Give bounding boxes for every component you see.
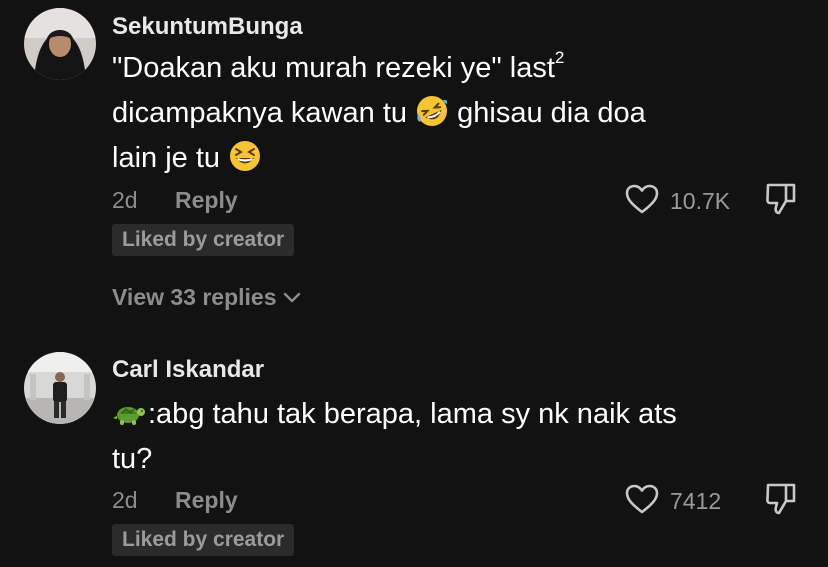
avatar[interactable]	[24, 8, 96, 80]
comment-date: 2d	[112, 187, 138, 213]
comment-username[interactable]: SekuntumBunga	[112, 13, 303, 41]
like-button[interactable]: 7412	[624, 483, 721, 520]
comment-line: "Doakan aku murah rezeki ye" last2	[112, 48, 565, 84]
thumbs-down-outline-icon[interactable]	[764, 481, 798, 517]
liked-by-creator-badge: Liked by creator	[112, 224, 295, 256]
comment-text: "Doakan aku murah rezeki ye" last2 dicam…	[112, 46, 646, 181]
avatar[interactable]	[24, 352, 96, 424]
superscript: 2	[554, 48, 565, 67]
like-count: 7412	[670, 488, 722, 514]
reply-button[interactable]: Reply	[175, 187, 238, 214]
thumbs-down-outline-icon[interactable]	[764, 181, 798, 217]
like-button[interactable]: 10.7K	[624, 183, 730, 220]
comment-date: 2d	[112, 487, 138, 513]
comment-line: tu?	[112, 443, 153, 475]
comment-line: :abg tahu tak berapa, lama sy nk naik at…	[112, 392, 677, 437]
comment-line: lain je tu	[112, 136, 646, 181]
reply-button[interactable]: Reply	[175, 487, 238, 514]
liked-by-creator-badge: Liked by creator	[112, 524, 295, 556]
turtle-emoji	[112, 395, 146, 429]
comments-panel: SekuntumBunga "Doakan aku murah rezeki y…	[0, 0, 828, 567]
view-replies-button[interactable]: View 33 replies	[112, 283, 301, 311]
comment-username[interactable]: Carl Iskandar	[112, 356, 264, 384]
comment-line: dicampaknya kawan tu ghisau dia doa	[112, 91, 646, 136]
rolling-on-floor-laughing-emoji	[415, 94, 449, 128]
heart-outline-icon	[624, 483, 660, 520]
heart-outline-icon	[624, 183, 660, 220]
grinning-squinting-face-emoji	[228, 139, 262, 173]
like-count: 10.7K	[670, 188, 731, 214]
comment-text: :abg tahu tak berapa, lama sy nk naik at…	[112, 392, 677, 482]
chevron-down-icon	[283, 283, 301, 310]
